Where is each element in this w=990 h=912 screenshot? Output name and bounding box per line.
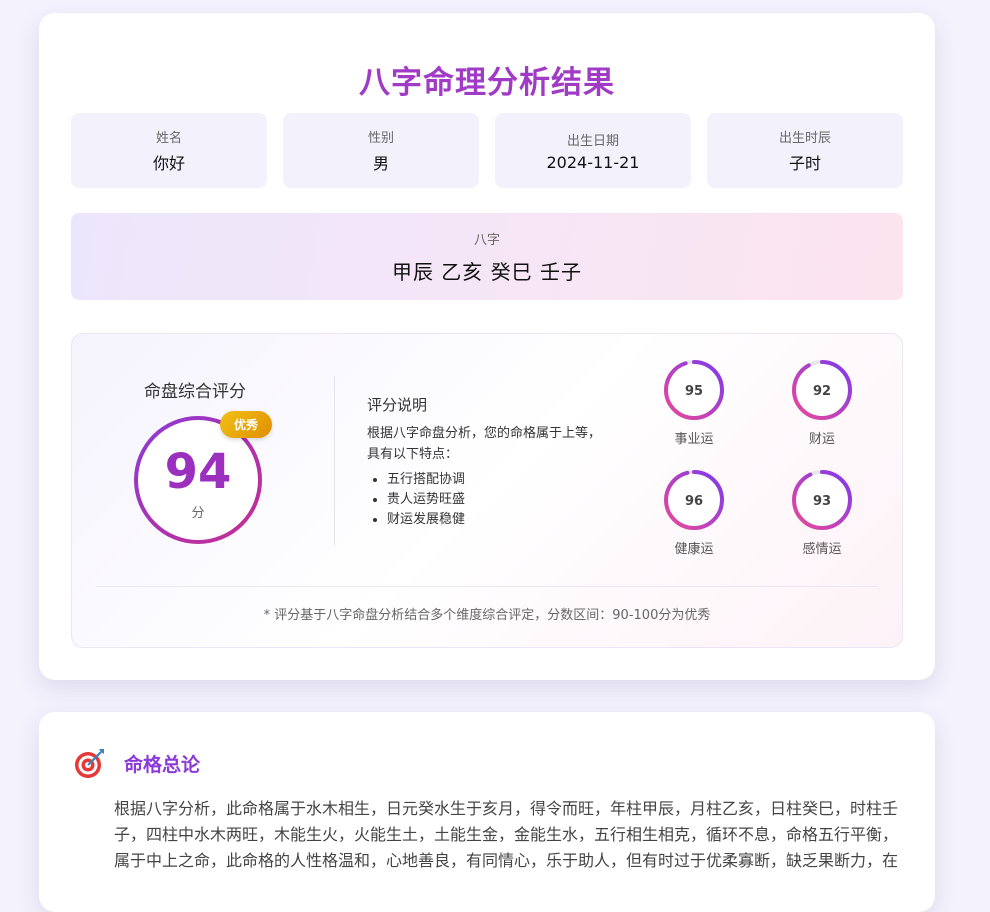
list-item: 财运发展稳健 [387, 510, 465, 530]
subscore-value: 96 [685, 494, 703, 509]
overall-score-value: 94 [164, 444, 232, 500]
subscore-career: 95 事业运 [644, 358, 744, 447]
info-label: 姓名 [155, 131, 182, 146]
divider [96, 586, 878, 587]
subscore-ring: 93 [792, 470, 852, 530]
target-icon [75, 749, 104, 778]
bazi-label: 八字 [473, 232, 500, 248]
subscore-label: 感情运 [802, 542, 842, 557]
score-desc-title: 评分说明 [367, 396, 428, 414]
info-label: 性别 [367, 131, 394, 146]
subscore-ring: 96 [664, 470, 724, 530]
summary-text: 根据八字分析，此命格属于水木相生，日元癸水生于亥月，得令而旺，年柱甲辰，月柱乙亥… [114, 799, 899, 870]
page-title: 八字命理分析结果 [359, 65, 615, 101]
info-gender: 性别 男 [283, 113, 479, 188]
info-value: 男 [372, 154, 389, 173]
subscore-label: 财运 [808, 432, 835, 447]
score-footnote: * 评分基于八字命盘分析结合多个维度综合评定，分数区间：90-100分为优秀 [263, 608, 711, 623]
result-card: 八字命理分析结果 姓名 你好 性别 男 出生日期 2024-11-21 出生时辰… [39, 13, 935, 680]
summary-card: 命格总论 根据八字分析，此命格属于水木相生，日元癸水生于亥月，得令而旺，年柱甲辰… [39, 712, 935, 912]
info-value: 2024-11-21 [546, 152, 640, 172]
list-item: 五行搭配协调 [387, 470, 465, 490]
info-birth-date: 出生日期 2024-11-21 [495, 113, 691, 188]
grade-badge: 优秀 [220, 411, 272, 438]
info-value: 子时 [788, 154, 821, 173]
subscore-label: 事业运 [674, 432, 714, 447]
subscore-ring: 92 [792, 360, 852, 420]
info-birth-hour: 出生时辰 子时 [707, 113, 903, 188]
bazi-value: 甲辰 乙亥 癸巳 壬子 [391, 259, 583, 284]
divider [334, 376, 335, 546]
subscore-ring: 95 [664, 360, 724, 420]
overall-score-title: 命盘综合评分 [144, 382, 246, 402]
subscore-value: 93 [813, 494, 831, 509]
info-label: 出生时辰 [778, 131, 831, 146]
subscore-label: 健康运 [674, 542, 714, 557]
info-row: 姓名 你好 性别 男 出生日期 2024-11-21 出生时辰 子时 [71, 113, 903, 188]
info-value: 你好 [152, 154, 185, 173]
subscore-wealth: 92 财运 [772, 358, 872, 447]
subscore-value: 95 [685, 384, 703, 399]
score-panel: 命盘综合评分 94 分 优秀 评分说明 根据八字命盘分析，您的命格属于上等，具有… [71, 333, 903, 648]
bazi-box: 八字 甲辰 乙亥 癸巳 壬子 [71, 213, 903, 300]
subscore-value: 92 [813, 384, 831, 399]
overall-score-unit: 分 [191, 506, 205, 521]
info-label: 出生日期 [566, 133, 619, 149]
score-points: 五行搭配协调 贵人运势旺盛 财运发展稳健 [367, 470, 465, 530]
summary-title: 命格总论 [124, 754, 201, 776]
info-name: 姓名 你好 [71, 113, 267, 188]
subscore-health: 96 健康运 [644, 468, 744, 557]
list-item: 贵人运势旺盛 [387, 490, 465, 510]
score-desc-text: 根据八字命盘分析，您的命格属于上等，具有以下特点： [367, 426, 602, 462]
subscore-love: 93 感情运 [772, 468, 872, 557]
